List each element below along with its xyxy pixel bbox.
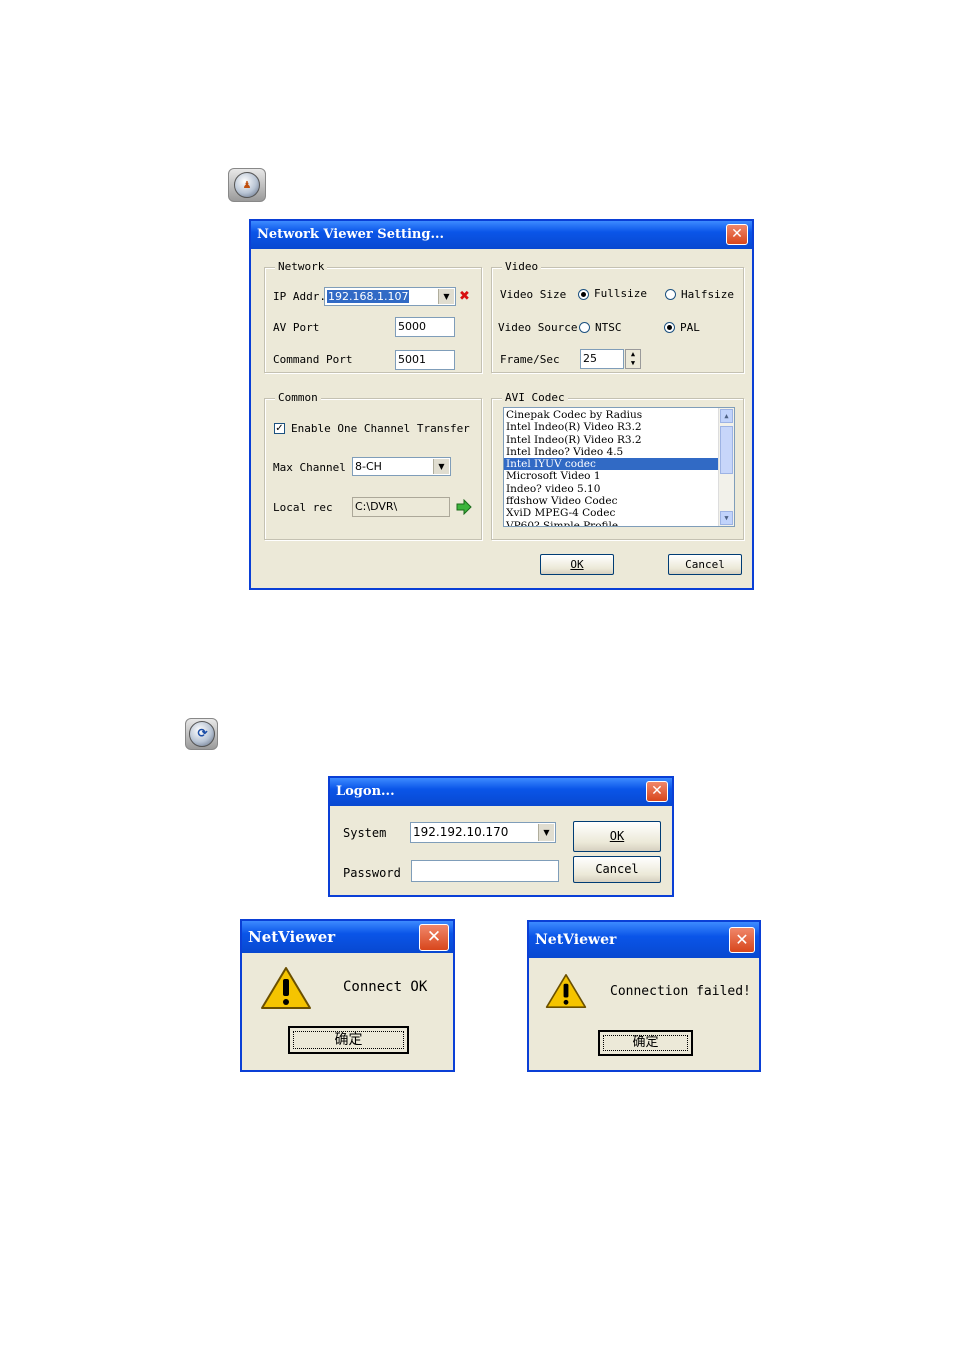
cancel-button[interactable]: Cancel [668,554,742,575]
avi-codec-group: AVI Codec Cinepak Codec by Radius Intel I… [491,391,744,540]
radio-pal[interactable] [664,322,675,333]
logon-dialog: Logon... ✕ System 192.192.10.170 ▼ Passw… [328,776,674,897]
focus-rect [603,1035,688,1051]
dialog-title: Network Viewer Setting... [251,221,752,249]
codec-list-item[interactable]: XviD MPEG-4 Codec [504,507,719,519]
red-x-delete-icon[interactable]: ✖ [459,289,470,304]
max-channel-value: 8-CH [355,460,382,473]
chevron-down-icon[interactable]: ▼ [438,289,454,304]
radio-halfsize[interactable] [665,289,676,300]
frame-sec-label: Frame/Sec [500,353,560,366]
video-size-label: Video Size [500,288,567,301]
codec-list-item[interactable]: Intel IYUV codec [504,458,719,471]
scroll-thumb[interactable] [720,426,733,474]
logon-title: Logon... [330,778,672,806]
close-icon[interactable]: ✕ [419,924,449,951]
spin-up-icon[interactable]: ▲ [626,350,640,359]
codec-list-item[interactable]: VP60? Simple Profile [504,520,719,526]
cancel-button-label: Cancel [685,558,725,571]
chevron-down-icon[interactable]: ▼ [538,824,554,841]
command-port-input[interactable]: 5001 [395,350,455,370]
system-label: System [343,826,387,840]
focus-rect [293,1031,404,1049]
fps-spinner[interactable]: ▲ ▼ [625,349,641,369]
logon-ok-button[interactable]: OK [573,821,661,852]
common-group: Common ✓ Enable One Channel Transfer Max… [264,391,482,540]
ntsc-label: NTSC [595,321,622,334]
confirm-button[interactable]: 确定 [288,1026,409,1054]
connection-failed-messagebox: NetViewer ✕ Connection failed! 确定 [527,920,761,1072]
connect-ok-messagebox: NetViewer ✕ Connect OK 确定 [240,919,455,1072]
av-port-input[interactable]: 5000 [395,317,455,337]
codec-list-item[interactable]: Intel Indeo(R) Video R3.2 [504,434,719,446]
close-icon[interactable]: ✕ [729,927,755,953]
radio-ntsc[interactable] [579,322,590,333]
scroll-down-icon[interactable]: ▼ [720,511,733,525]
connection-failed-message: Connection failed! [610,984,751,999]
green-arrow-browse-icon[interactable] [456,498,472,516]
person-glyph-icon: ♟ [243,177,251,191]
confirm-button[interactable]: 确定 [598,1030,693,1056]
radio-fullsize[interactable] [578,289,589,300]
connect-ok-message: Connect OK [343,979,428,995]
video-legend: Video [502,260,542,274]
ip-address-value: 192.168.1.107 [327,290,410,303]
avi-codec-listbox[interactable]: Cinepak Codec by Radius Intel Indeo(R) Vi… [503,407,735,527]
spin-down-icon[interactable]: ▼ [626,359,640,368]
video-group: Video Video Size Fullsize Halfsize Video… [491,260,744,373]
fps-input[interactable]: 25 [580,349,624,369]
logon-ok-label: OK [609,829,625,843]
local-rec-path: C:\DVR\ [352,497,450,517]
logon-cancel-button[interactable]: Cancel [573,856,661,883]
chevron-down-icon[interactable]: ▼ [433,459,449,474]
warning-icon [260,966,312,1013]
fullsize-label: Fullsize [594,287,647,300]
pal-label: PAL [680,321,700,334]
ip-address-combo[interactable]: 192.168.1.107 ▼ [324,287,456,306]
ok-button-label: OK [570,558,584,571]
codec-list-item[interactable]: Intel Indeo? Video 4.5 [504,446,719,458]
codec-list-item[interactable]: ffdshow Video Codec [504,495,719,507]
max-channel-label: Max Channel [273,461,346,474]
network-legend: Network [275,260,328,274]
listbox-scrollbar[interactable]: ▲ ▼ [718,408,734,526]
enable-channel-checkbox[interactable]: ✓ [274,423,285,434]
common-legend: Common [275,391,321,405]
halfsize-label: Halfsize [681,288,734,301]
enable-channel-label: Enable One Channel Transfer [291,422,470,435]
codec-list-item[interactable]: Microsoft Video 1 [504,470,719,482]
av-port-label: AV Port [273,321,320,334]
ok-button[interactable]: OK [540,554,614,575]
video-source-label: Video Source [498,321,578,334]
settings-toolbar-icon[interactable]: ♟ [228,168,266,202]
system-combo[interactable]: 192.192.10.170 ▼ [410,822,556,843]
msgbox-title: NetViewer [529,922,759,958]
command-port-label: Command Port [273,353,353,366]
codec-list-item[interactable]: Intel Indeo(R) Video R3.2 [504,421,719,433]
connect-toolbar-icon[interactable]: ⟳ [185,718,218,750]
codec-list-item[interactable]: Indeo? video 5.10 [504,483,719,495]
password-input[interactable] [411,860,559,882]
system-value: 192.192.10.170 [413,825,509,839]
close-icon[interactable]: ✕ [726,224,748,245]
logon-cancel-label: Cancel [595,862,639,876]
local-rec-label: Local rec [273,501,333,514]
codec-list-item[interactable]: Cinepak Codec by Radius [504,409,719,421]
close-icon[interactable]: ✕ [646,781,668,802]
max-channel-combo[interactable]: 8-CH ▼ [352,457,451,476]
warning-icon [545,970,587,1015]
scroll-up-icon[interactable]: ▲ [720,409,733,423]
ip-label: IP Addr. [273,290,326,303]
network-group: Network IP Addr. 192.168.1.107 ▼ ✖ AV Po… [264,260,482,373]
password-label: Password [343,866,401,880]
avi-codec-legend: AVI Codec [502,391,568,405]
network-viewer-setting-dialog: Network Viewer Setting... ✕ Network IP A… [249,219,754,590]
refresh-arrows-icon: ⟳ [197,726,208,740]
